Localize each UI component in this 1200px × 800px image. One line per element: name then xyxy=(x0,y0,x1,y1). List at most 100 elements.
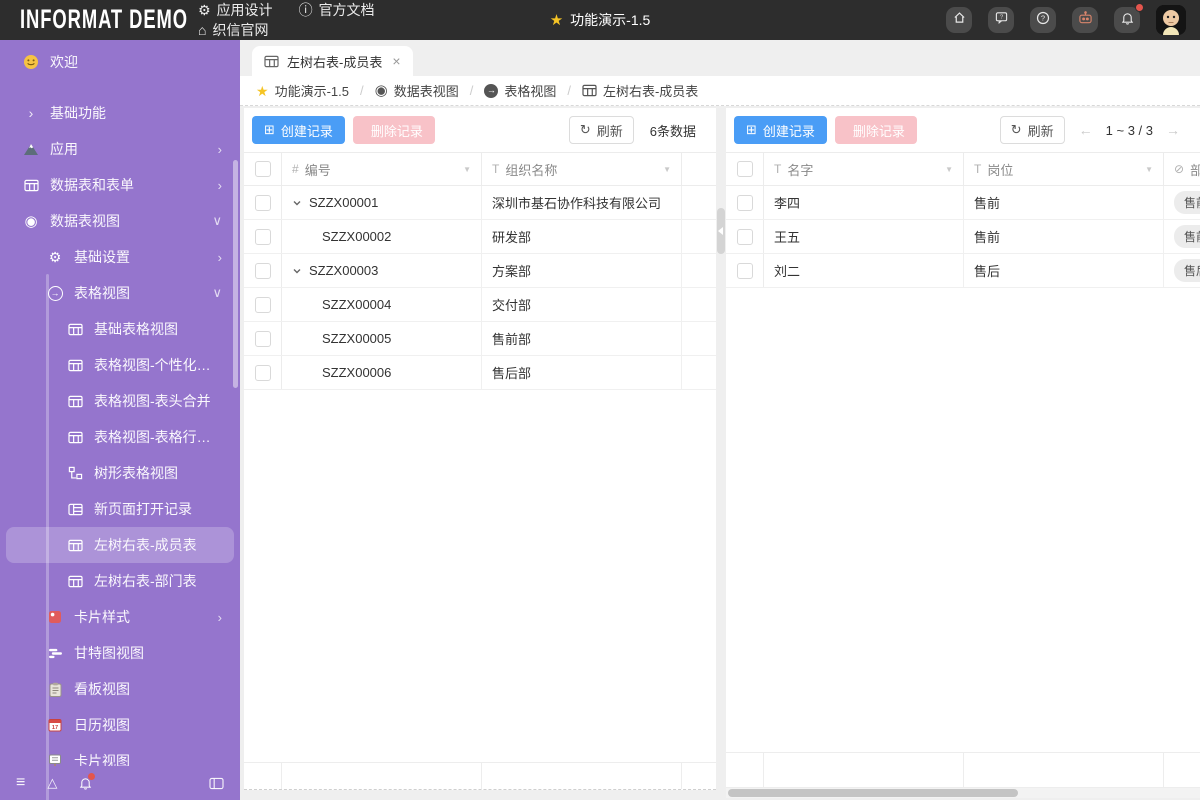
cell-department: 售前部 xyxy=(1164,186,1200,219)
assistant-button[interactable] xyxy=(1072,7,1098,33)
breadcrumb-separator: / xyxy=(359,83,364,98)
svg-text:?: ? xyxy=(999,15,1002,21)
arrow-circle-icon: → xyxy=(46,285,64,301)
sidebar-item[interactable]: 17 日历视图 xyxy=(6,707,234,743)
menu-item[interactable]: ⓘ 官方文档 xyxy=(299,0,375,20)
sidebar-item[interactable]: 看板视图 xyxy=(6,671,234,707)
create-record-button[interactable]: ⊞ 创建记录 xyxy=(734,116,827,144)
tab-close-icon[interactable]: × xyxy=(392,53,400,69)
refresh-button[interactable]: ↻ 刷新 xyxy=(999,116,1065,144)
table-row[interactable]: 王五售前售前部 xyxy=(726,220,1200,254)
menu-item[interactable]: ⌂ 织信官网 xyxy=(198,20,268,40)
row-checkbox[interactable] xyxy=(254,262,271,279)
delete-record-button[interactable]: 删除记录 xyxy=(834,116,917,144)
collapse-icon[interactable] xyxy=(209,777,224,790)
table-row[interactable]: 刘二售后售后部 xyxy=(726,254,1200,288)
sidebar-item[interactable]: 基础表格视图 xyxy=(6,311,234,347)
sidebar-item[interactable]: 卡片视图 xyxy=(6,743,234,766)
breadcrumb-item[interactable]: 左树右表-成员表 xyxy=(582,81,698,100)
column-header[interactable]: T 名字 ▼ xyxy=(764,153,964,185)
column-header[interactable]: T 岗位 ▼ xyxy=(964,153,1164,185)
cell-id: SZZX00001 xyxy=(282,186,482,219)
row-checkbox[interactable] xyxy=(254,194,271,211)
row-checkbox[interactable] xyxy=(254,330,271,347)
menu-icon[interactable]: ≡ xyxy=(16,774,25,792)
refresh-button[interactable]: ↻ 刷新 xyxy=(568,116,634,144)
row-checkbox[interactable] xyxy=(254,296,271,313)
horizontal-scrollbar-thumb[interactable] xyxy=(728,789,1018,797)
breadcrumb-item[interactable]: ★ 功能演示-1.5 xyxy=(256,81,349,100)
sidebar-item[interactable]: ◉ 数据表视图 ∨ xyxy=(6,203,234,239)
sidebar-item[interactable]: 表格视图-个性化… xyxy=(6,347,234,383)
row-checkbox[interactable] xyxy=(736,262,753,279)
table-row[interactable]: 李四售前售前部 xyxy=(726,186,1200,220)
column-header[interactable]: T 组织名称 ▼ xyxy=(482,153,682,185)
gear-icon: ⚙ xyxy=(198,2,211,18)
sidebar-item[interactable]: 左树右表-成员表 xyxy=(6,527,234,563)
row-checkbox[interactable] xyxy=(736,228,753,245)
table-row[interactable]: SZZX00004 交付部 xyxy=(244,288,716,322)
sidebar-item[interactable]: ⚙ 基础设置 › xyxy=(6,239,234,275)
cell-department: 售前部 xyxy=(1164,220,1200,253)
breadcrumb-label: 左树右表-成员表 xyxy=(602,84,699,99)
next-page-arrow-icon[interactable]: → xyxy=(1166,122,1180,138)
home-button[interactable] xyxy=(946,7,972,33)
sidebar-item[interactable]: 新页面打开记录 xyxy=(6,491,234,527)
sidebar-item[interactable]: 甘特图视图 xyxy=(6,635,234,671)
column-dropdown-icon[interactable]: ▼ xyxy=(1145,165,1153,174)
sidebar-item[interactable]: 表格视图-表格行… xyxy=(6,419,234,455)
cell-position: 售后 xyxy=(964,254,1164,287)
sidebar-item[interactable]: 欢迎 xyxy=(6,44,234,80)
table-row[interactable]: SZZX00005 售前部 xyxy=(244,322,716,356)
cell-name: 李四 xyxy=(764,186,964,219)
sidebar-item[interactable]: 卡片样式 › xyxy=(6,599,234,635)
sidebar-item[interactable]: 树形表格视图 xyxy=(6,455,234,491)
table-header: T名字▼T岗位▼⊘部门▼ xyxy=(726,152,1200,186)
column-dropdown-icon[interactable]: ▼ xyxy=(945,165,953,174)
table-row[interactable]: SZZX00001 深圳市基石协作科技有限公司 xyxy=(244,186,716,220)
bell-icon[interactable] xyxy=(79,772,97,790)
select-all-checkbox[interactable] xyxy=(254,161,271,177)
department-tag: 售后部 xyxy=(1174,259,1200,282)
sidebar-item[interactable]: 应用 › xyxy=(6,131,234,167)
column-dropdown-icon[interactable]: ▼ xyxy=(463,165,471,174)
notifications-button[interactable] xyxy=(1114,3,1144,33)
delete-record-button[interactable]: 删除记录 xyxy=(352,116,435,144)
prev-page-arrow-icon[interactable]: ← xyxy=(1079,122,1093,138)
tab-active[interactable]: 左树右表-成员表 × xyxy=(252,46,413,76)
sidebar-item[interactable]: 数据表和表单 › xyxy=(6,167,234,203)
create-record-button[interactable]: ⊞ 创建记录 xyxy=(252,116,345,144)
department-tag: 售前部 xyxy=(1174,225,1200,248)
sidebar-item-label: 卡片样式 xyxy=(74,609,130,625)
sidebar-item[interactable]: 左树右表-部门表 xyxy=(6,563,234,599)
menu-item[interactable]: ⚙ 应用设计 xyxy=(198,0,273,20)
sidebar-item[interactable]: 表格视图-表头合并 xyxy=(6,383,234,419)
select-all-checkbox[interactable] xyxy=(736,161,753,177)
feedback-button[interactable]: ? xyxy=(988,7,1014,33)
breadcrumb-item[interactable]: → 表格视图 xyxy=(484,81,556,100)
column-header[interactable]: # 编号 ▼ xyxy=(282,153,482,185)
table-row[interactable]: SZZX00006 售后部 xyxy=(244,356,716,390)
table-row[interactable]: SZZX00002 研发部 xyxy=(244,220,716,254)
column-header[interactable]: ⊘部门▼ xyxy=(1164,153,1200,185)
table-footer xyxy=(244,762,716,790)
table-row[interactable]: SZZX00003 方案部 xyxy=(244,254,716,288)
collapse-left-arrow-icon xyxy=(718,227,723,235)
breadcrumb-item[interactable]: ◉ 数据表视图 xyxy=(375,81,459,100)
row-checkbox[interactable] xyxy=(254,228,271,245)
row-checkbox[interactable] xyxy=(254,364,271,381)
sidebar-item-label: 表格视图 xyxy=(74,285,130,301)
sidebar-item[interactable]: → 表格视图 ∨ xyxy=(6,275,234,311)
column-dropdown-icon[interactable]: ▼ xyxy=(663,165,671,174)
expand-caret-icon[interactable] xyxy=(292,266,302,276)
calendar-icon: 17 xyxy=(46,718,64,732)
text-field-icon: T xyxy=(774,162,782,176)
sidebar-item[interactable]: › 基础功能 xyxy=(6,95,234,131)
panel-splitter[interactable] xyxy=(717,208,725,254)
help-button[interactable]: ? xyxy=(1030,7,1056,33)
breadcrumb-separator: / xyxy=(567,83,571,98)
row-checkbox[interactable] xyxy=(736,194,753,211)
expand-caret-icon[interactable] xyxy=(292,198,302,208)
table-header: # 编号 ▼ T 组织名称 ▼ xyxy=(244,152,716,186)
user-avatar[interactable] xyxy=(1156,5,1186,35)
